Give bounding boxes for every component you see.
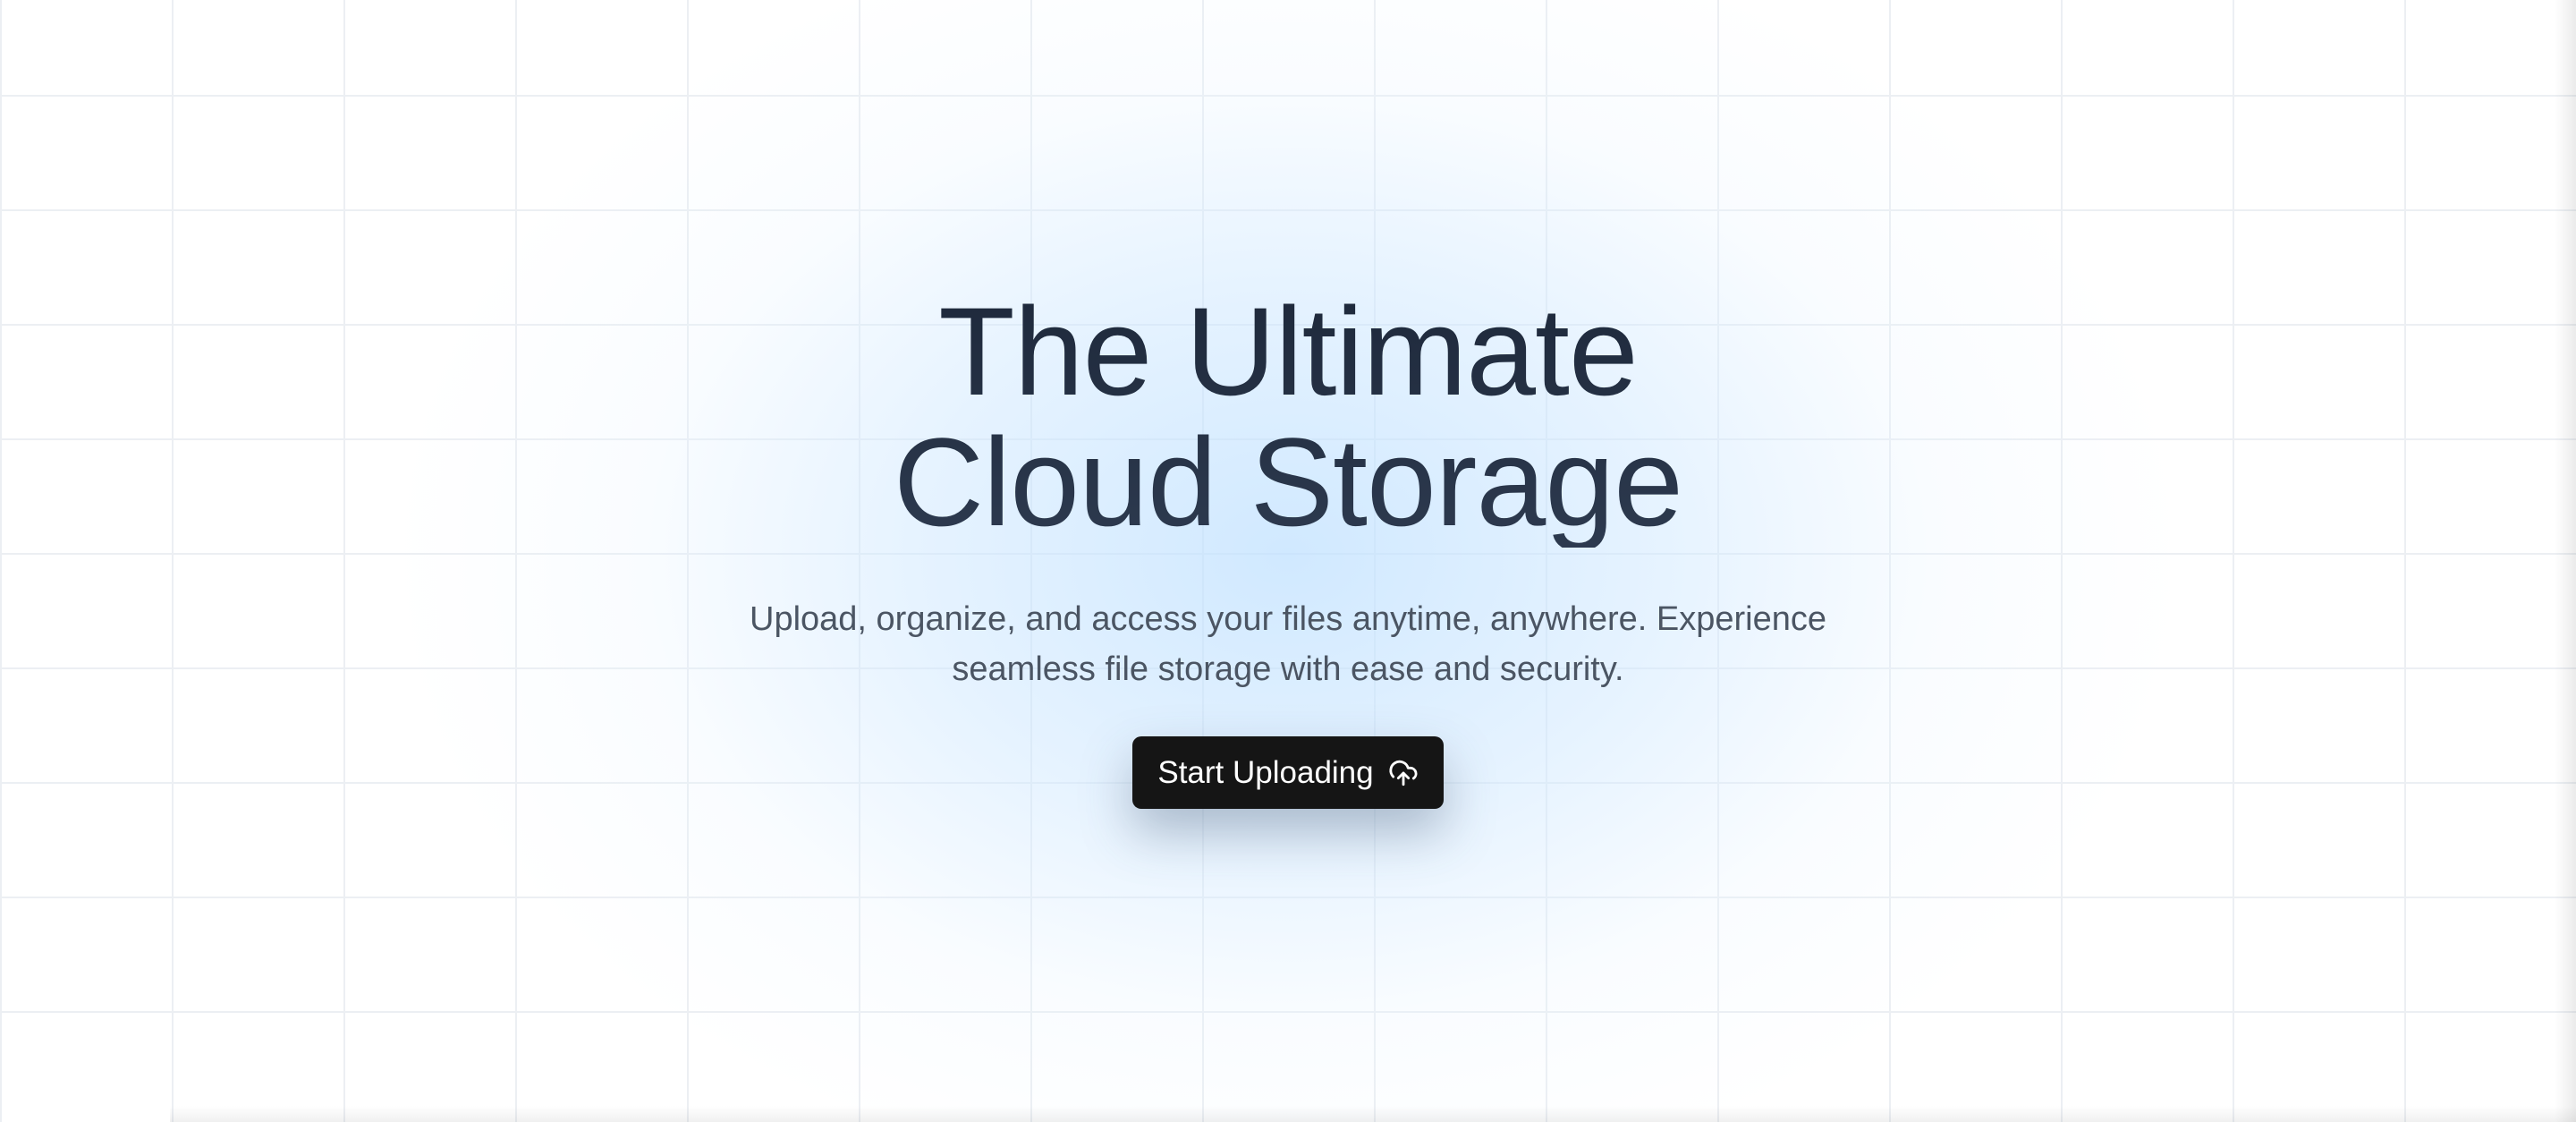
start-uploading-button[interactable]: Start Uploading (1132, 736, 1444, 809)
hero-title-line-2: Cloud Storage (893, 412, 1683, 552)
start-uploading-label: Start Uploading (1157, 754, 1374, 790)
hero-subtitle: Upload, organize, and access your files … (750, 600, 1826, 688)
hero-title-line-1: The Ultimate (938, 281, 1638, 421)
right-edge-shadow (2555, 0, 2576, 1122)
cloud-upload-icon (1388, 758, 1419, 788)
bottom-edge-shadow (170, 1106, 2576, 1122)
background-glow (0, 0, 2576, 1122)
hero-title: The Ultimate Cloud Storage (0, 286, 2576, 548)
